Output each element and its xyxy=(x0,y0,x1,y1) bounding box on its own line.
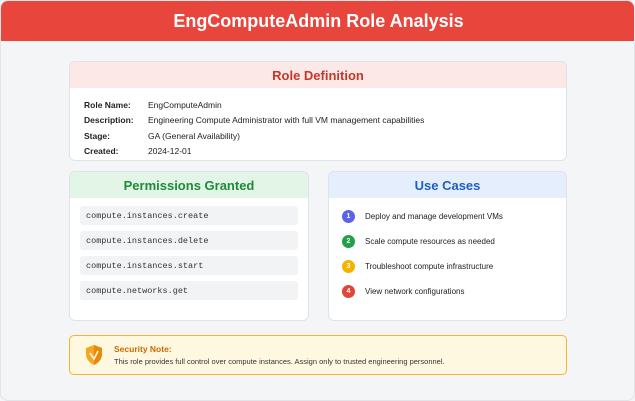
use-case-text: Scale compute resources as needed xyxy=(365,236,495,246)
use-case-text: Deploy and manage development VMs xyxy=(365,211,503,221)
use-cases-list: 1 Deploy and manage development VMs 2 Sc… xyxy=(329,198,566,299)
security-note-text: This role provides full control over com… xyxy=(114,357,445,366)
role-row-value: 2024-12-01 xyxy=(148,146,192,157)
use-case-number-badge: 1 xyxy=(342,209,355,223)
use-cases-card: Use Cases 1 Deploy and manage developmen… xyxy=(328,171,567,321)
role-row-value: GA (General Availability) xyxy=(148,130,240,141)
use-case-text: Troubleshoot compute infrastructure xyxy=(365,261,494,271)
role-row-value: EngComputeAdmin xyxy=(148,99,222,110)
use-case-item: 1 Deploy and manage development VMs xyxy=(342,208,566,224)
use-case-text: View network configurations xyxy=(365,286,465,296)
permissions-list: compute.instances.create compute.instanc… xyxy=(70,198,308,300)
role-definition-rows: Role Name: EngComputeAdmin Description: … xyxy=(70,88,566,159)
role-row-label: Stage: xyxy=(84,130,110,141)
use-case-item: 2 Scale compute resources as needed xyxy=(342,233,566,249)
permission-item: compute.instances.start xyxy=(80,256,298,275)
use-case-number-badge: 4 xyxy=(342,284,355,298)
permission-item: compute.networks.get xyxy=(80,281,298,300)
permissions-title: Permissions Granted xyxy=(70,172,308,198)
role-row: Created: 2024-12-01 xyxy=(84,144,566,160)
permission-item: compute.instances.create xyxy=(80,206,298,225)
security-note: Security Note: This role provides full c… xyxy=(69,335,567,375)
role-row: Description: Engineering Compute Adminis… xyxy=(84,113,566,129)
use-cases-title: Use Cases xyxy=(329,172,566,198)
role-definition-title: Role Definition xyxy=(70,62,566,88)
page-frame: EngComputeAdmin Role Analysis Role Defin… xyxy=(0,0,635,401)
role-definition-card: Role Definition Role Name: EngComputeAdm… xyxy=(69,61,567,161)
role-row-label: Created: xyxy=(84,146,119,157)
security-note-title: Security Note: xyxy=(114,344,172,354)
page-header: EngComputeAdmin Role Analysis xyxy=(1,1,634,41)
role-row-label: Description: xyxy=(84,115,134,126)
permission-item: compute.instances.delete xyxy=(80,231,298,250)
security-note-body: Security Note: This role provides full c… xyxy=(114,344,445,366)
role-row-label: Role Name: xyxy=(84,99,131,110)
role-row-value: Engineering Compute Administrator with f… xyxy=(148,115,425,126)
page-title: EngComputeAdmin Role Analysis xyxy=(173,10,464,31)
use-case-item: 3 Troubleshoot compute infrastructure xyxy=(342,258,566,274)
role-row: Stage: GA (General Availability) xyxy=(84,128,566,144)
use-case-item: 4 View network configurations xyxy=(342,283,566,299)
use-case-number-badge: 3 xyxy=(342,259,355,273)
shield-icon xyxy=(86,345,102,365)
permissions-card: Permissions Granted compute.instances.cr… xyxy=(69,171,309,321)
use-case-number-badge: 2 xyxy=(342,234,355,248)
role-row: Role Name: EngComputeAdmin xyxy=(84,97,566,113)
